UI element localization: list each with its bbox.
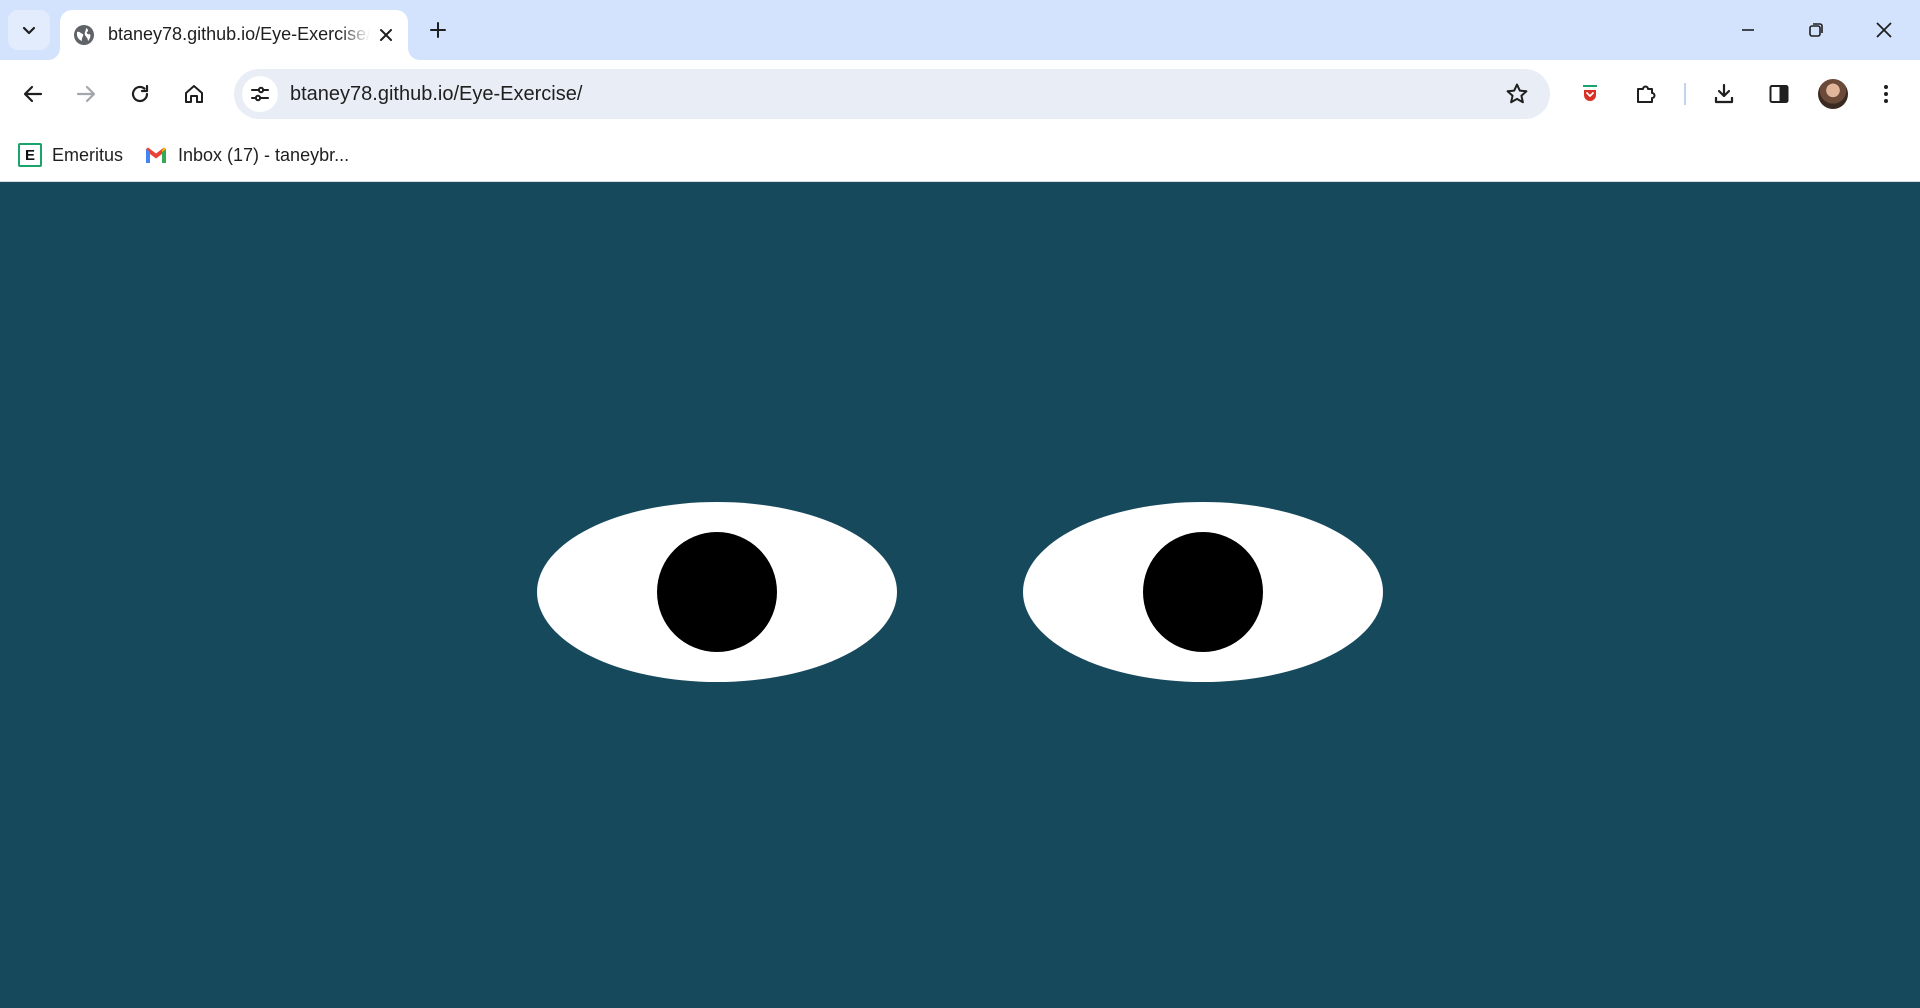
close-tab-button[interactable] xyxy=(374,23,398,47)
extensions-button[interactable] xyxy=(1624,72,1668,116)
bookmark-star-button[interactable] xyxy=(1504,81,1530,107)
toolbar-divider xyxy=(1684,83,1686,105)
bookmark-gmail-inbox[interactable]: Inbox (17) - taneybr... xyxy=(144,140,349,170)
more-vertical-icon xyxy=(1884,85,1888,103)
toolbar: btaney78.github.io/Eye-Exercise/ xyxy=(0,60,1920,128)
pocket-icon xyxy=(1583,85,1597,101)
plus-icon xyxy=(430,22,446,38)
left-eye xyxy=(537,502,897,682)
bookmark-emeritus[interactable]: E Emeritus xyxy=(18,140,123,170)
tab-strip: btaney78.github.io/Eye-Exercise/ xyxy=(0,0,1920,60)
downloads-button[interactable] xyxy=(1702,72,1746,116)
url-text: btaney78.github.io/Eye-Exercise/ xyxy=(290,83,583,105)
gmail-icon xyxy=(146,147,166,163)
chevron-down-icon xyxy=(22,26,36,35)
minimize-button[interactable] xyxy=(1714,0,1782,60)
site-info-button[interactable] xyxy=(242,76,278,112)
forward-button[interactable] xyxy=(64,72,108,116)
home-icon xyxy=(185,85,203,103)
tune-icon xyxy=(251,86,269,102)
arrow-left-icon xyxy=(23,85,43,103)
restore-button[interactable] xyxy=(1782,0,1850,60)
tab-title: btaney78.github.io/Eye-Exercise/ xyxy=(108,24,370,44)
emeritus-e-icon: E xyxy=(18,143,42,167)
bookmarks-bar: E Emeritus Inbox (17) - taneybr... xyxy=(0,128,1920,182)
close-icon xyxy=(1876,22,1892,38)
side-panel-icon xyxy=(1769,85,1789,103)
arrow-right-icon xyxy=(76,85,96,103)
reload-icon xyxy=(131,84,149,103)
bookmark-label: Inbox (17) - taneybr... xyxy=(178,144,350,165)
active-tab[interactable]: btaney78.github.io/Eye-Exercise/ xyxy=(60,10,408,60)
reload-button[interactable] xyxy=(118,72,162,116)
bookmark-label: Emeritus xyxy=(52,144,124,165)
right-eye xyxy=(1023,502,1383,682)
page-canvas xyxy=(0,182,1920,1008)
minimize-icon xyxy=(1742,29,1754,31)
close-window-button[interactable] xyxy=(1850,0,1918,60)
address-bar[interactable]: btaney78.github.io/Eye-Exercise/ xyxy=(234,69,1550,119)
new-tab-button[interactable] xyxy=(424,12,452,48)
puzzle-icon xyxy=(1637,85,1656,103)
home-button[interactable] xyxy=(172,72,216,116)
back-button[interactable] xyxy=(11,72,55,116)
restore-icon xyxy=(1809,23,1823,37)
side-panel-button[interactable] xyxy=(1757,72,1801,116)
star-icon xyxy=(1506,83,1528,104)
globe-icon xyxy=(74,25,94,45)
tab-search-button[interactable] xyxy=(8,10,50,50)
profile-avatar[interactable] xyxy=(1818,79,1848,109)
left-pupil xyxy=(657,532,777,652)
right-pupil xyxy=(1143,532,1263,652)
pocket-extension-button[interactable] xyxy=(1568,72,1612,116)
download-icon xyxy=(1714,83,1734,104)
menu-button[interactable] xyxy=(1864,72,1908,116)
close-icon xyxy=(380,29,392,41)
